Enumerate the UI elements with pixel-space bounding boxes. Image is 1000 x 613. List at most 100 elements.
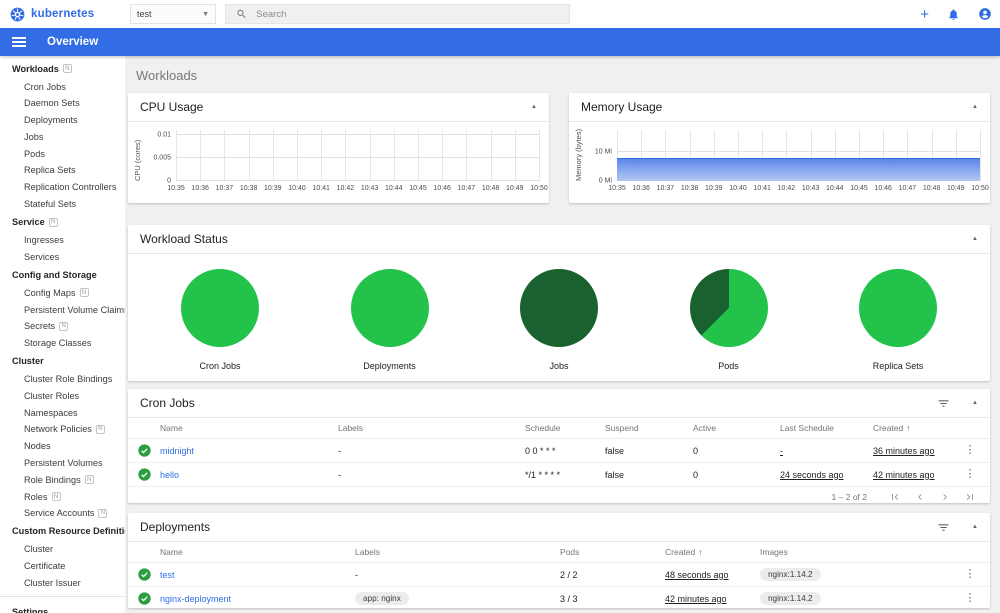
hamburger-menu-icon[interactable]	[12, 36, 26, 48]
deployments-table-header: Name Labels Pods Created ↑ Images	[128, 542, 990, 563]
sidebar-section-custom-resource-definitions[interactable]: Custom Resource Definitions	[0, 522, 125, 541]
sidebar-item-replica-sets[interactable]: Replica Sets	[0, 162, 125, 179]
first-page-icon[interactable]	[889, 491, 901, 503]
cron-job-link[interactable]: midnight	[160, 446, 338, 456]
cpu-usage-title: CPU Usage	[140, 100, 204, 114]
sidebar-item-roles[interactable]: Roles N	[0, 488, 125, 505]
cell-last-schedule: 24 seconds ago	[780, 469, 844, 480]
kubernetes-logo[interactable]: kubernetes	[10, 0, 94, 28]
sidebar-item-namespaces[interactable]: Namespaces	[0, 404, 125, 421]
collapse-icon[interactable]: ▲	[972, 104, 978, 110]
x-tick-label: 10:48	[481, 185, 500, 192]
search-icon	[237, 9, 246, 18]
sidebar-item-secrets[interactable]: Secrets N	[0, 318, 125, 335]
x-tick-label: 10:39	[264, 185, 282, 192]
sidebar-item-replication-controllers[interactable]: Replication Controllers	[0, 179, 125, 196]
gridline-vertical	[539, 130, 540, 181]
sidebar-item-cluster-roles[interactable]: Cluster Roles	[0, 387, 125, 404]
collapse-icon[interactable]: ▲	[972, 524, 978, 530]
pie-chart-deployments[interactable]	[350, 269, 429, 347]
sidebar-section-workloads[interactable]: Workloads N	[0, 59, 125, 78]
col-active[interactable]: Active	[693, 423, 780, 433]
pie-chart-replica-sets[interactable]	[859, 269, 937, 347]
memory-usage-card: Memory Usage ▲ Memory (bytes) 10:35 10:36…	[569, 93, 990, 203]
sidebar-item-ingresses[interactable]: Ingresses	[0, 232, 125, 249]
create-resource-button[interactable]: +	[920, 7, 929, 22]
sidebar-item-role-bindings[interactable]: Role Bindings N	[0, 471, 125, 488]
sidebar-item-config-maps[interactable]: Config Maps N	[0, 284, 125, 301]
sidebar-item-storage-classes[interactable]: Storage Classes	[0, 335, 125, 352]
col-suspend[interactable]: Suspend	[605, 423, 693, 433]
sidebar-item-pods[interactable]: Pods	[0, 145, 125, 162]
sidebar-item-nodes[interactable]: Nodes	[0, 438, 125, 455]
filter-icon[interactable]	[937, 397, 950, 410]
collapse-icon[interactable]: ▲	[972, 236, 978, 242]
image-chip: nginx:1.14.2	[760, 592, 821, 605]
sidebar-item-daemon-sets[interactable]: Daemon Sets	[0, 95, 125, 112]
col-created-sorted[interactable]: Created ↑	[873, 423, 962, 433]
col-labels[interactable]: Labels	[338, 423, 525, 433]
col-images[interactable]: Images	[760, 547, 962, 557]
row-menu-kebab-icon[interactable]: ⋮	[962, 593, 978, 604]
next-page-icon[interactable]	[939, 491, 951, 503]
deployment-link[interactable]: nginx-deployment	[160, 594, 355, 604]
row-menu-kebab-icon[interactable]: ⋮	[962, 469, 978, 480]
sort-ascending-icon: ↑	[698, 547, 703, 557]
col-name[interactable]: Name	[160, 423, 338, 433]
last-page-icon[interactable]	[964, 491, 976, 503]
sidebar-item-persistent-volume-claims[interactable]: Persistent Volume ClaimsN	[0, 301, 125, 318]
y-tick-label: 0	[167, 177, 171, 185]
collapse-icon[interactable]: ▲	[531, 104, 537, 110]
sidebar-item-services[interactable]: Services	[0, 248, 125, 265]
row-menu-kebab-icon[interactable]: ⋮	[962, 569, 978, 580]
previous-page-icon[interactable]	[914, 491, 926, 503]
sidebar-item-cluster-role-bindings[interactable]: Cluster Role Bindings	[0, 371, 125, 388]
gridline-vertical	[200, 130, 202, 181]
top-header: kubernetes test ▼ +	[0, 0, 1000, 28]
sidebar-item-cluster[interactable]: Cluster	[0, 541, 125, 558]
x-tick-label: 10:35	[608, 185, 626, 192]
sidebar-item-certificate[interactable]: Certificate	[0, 558, 125, 575]
col-created-sorted[interactable]: Created ↑	[665, 547, 760, 557]
col-schedule[interactable]: Schedule	[525, 423, 605, 433]
memory-y-axis-label: Memory (bytes)	[574, 128, 583, 181]
x-tick-label: 10:45	[409, 185, 427, 192]
sidebar-section-config-and-storage[interactable]: Config and Storage	[0, 265, 125, 284]
notifications-bell-icon[interactable]	[947, 8, 960, 21]
sidebar-section-cluster[interactable]: Cluster	[0, 352, 125, 371]
sidebar-item-settings[interactable]: Settings	[0, 602, 125, 613]
search-input[interactable]	[256, 8, 559, 20]
filter-icon[interactable]	[937, 521, 950, 534]
pie-label: Pods	[718, 361, 739, 371]
sidebar-item-jobs[interactable]: Jobs	[0, 129, 125, 146]
namespaced-badge: N	[48, 217, 58, 227]
row-menu-kebab-icon[interactable]: ⋮	[962, 445, 978, 456]
col-last-schedule[interactable]: Last Schedule	[780, 423, 873, 433]
search-bar[interactable]	[225, 4, 570, 24]
sidebar-item-stateful-sets[interactable]: Stateful Sets	[0, 196, 125, 213]
user-account-icon[interactable]	[978, 7, 992, 21]
sidebar-item-network-policies[interactable]: Network Policies N	[0, 421, 125, 438]
deployment-link[interactable]: test	[160, 570, 355, 580]
cron-job-link[interactable]: hello	[160, 470, 338, 480]
col-pods[interactable]: Pods	[560, 547, 665, 557]
pie-chart-cron-jobs[interactable]	[181, 269, 259, 347]
sidebar-item-service-accounts[interactable]: Service Accounts N	[0, 505, 125, 522]
namespaced-badge: N	[95, 424, 105, 434]
namespace-select[interactable]: test ▼	[130, 4, 216, 24]
col-name[interactable]: Name	[160, 547, 355, 557]
cell-active: 0	[693, 445, 699, 456]
sidebar-section-service[interactable]: Service N	[0, 212, 125, 231]
gridline-vertical	[418, 130, 419, 181]
pie-chart-pods[interactable]	[689, 269, 768, 347]
sidebar-item-persistent-volumes[interactable]: Persistent Volumes	[0, 455, 125, 472]
sidebar-item-deployments[interactable]: Deployments	[0, 112, 125, 129]
sidebar-item-cluster-issuer[interactable]: Cluster Issuer	[0, 574, 125, 591]
col-labels[interactable]: Labels	[355, 547, 560, 557]
header-actions: +	[920, 0, 992, 28]
table-row: nginx-deployment app: nginx 3 / 3 42 min…	[128, 587, 990, 611]
pie-chart-jobs[interactable]	[520, 269, 598, 347]
sidebar-item-cron-jobs[interactable]: Cron Jobs	[0, 78, 125, 95]
collapse-icon[interactable]: ▲	[972, 400, 978, 406]
namespaced-badge: N	[62, 64, 72, 74]
